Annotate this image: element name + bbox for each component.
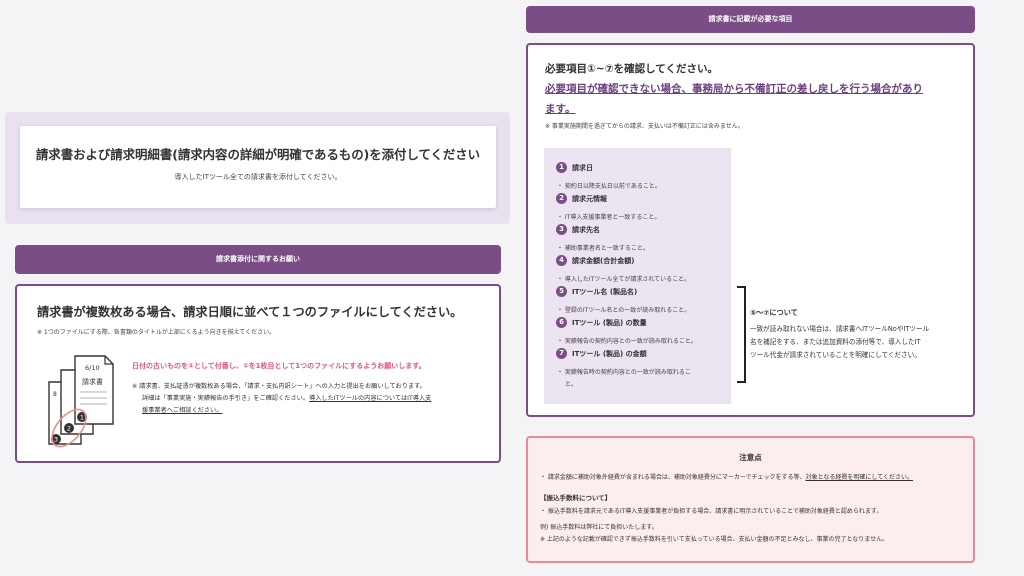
number-badge-icon: 1 [556, 162, 567, 173]
side-note-line: 一致が読み取れない場合は、請求書へITツールNoやITツール [750, 325, 930, 333]
request-section-note: ※ 1つのファイルにする際、各書類のタイトルが上部にくるよう向きを揃えてください… [37, 329, 276, 336]
fee-line: ・ 振込手数料を請求元であるIT導入支援事業者が負担する場合、請求書に明示されて… [540, 508, 883, 515]
attach-card-subtitle: 導入したITツール全ての請求書を添付してください。 [174, 173, 342, 181]
attach-card-title: 請求書および請求明細書(請求内容の詳細が明確であるもの)を添付してください [35, 147, 481, 162]
number-badge-icon: 6 [556, 317, 567, 328]
required-items-line2: 必要項目が確認できない場合、事務局から不備訂正の差し戻しを行う場合があり [545, 83, 923, 95]
request-section-emphasis: 日付の古いものを①として付番し、①を1枚目として1つのファイルにするようお願いし… [132, 362, 426, 370]
caution-line1: ・ 請求金額に補助対象外経費が含まれる場合は、補助対象経費分にマーカーでチェック… [540, 474, 914, 481]
required-items-line1: 必要項目①~⑦を確認してください。 [545, 63, 718, 75]
fee-warning: ※ 上記のような記載が確認できず振込手数料を引いて支払っている場合、支払い金額の… [540, 536, 889, 543]
required-items-line3: ます。 [545, 103, 576, 115]
request-section-paragraph-line3: 援事業者へご相談ください。 [142, 407, 223, 414]
number-badge-icon: 7 [556, 348, 567, 359]
fee-heading: 【振込手数料について】 [540, 494, 612, 502]
request-section-header: 請求書添付に関するお願い [15, 245, 501, 274]
attach-card: 請求書および請求明細書(請求内容の詳細が明確であるもの)を添付してください 導入… [20, 126, 496, 208]
request-section-box: 請求書が複数枚ある場合、請求日順に並べて１つのファイルにしてください。 ※ 1つ… [15, 284, 501, 463]
number-badge-icon: 3 [556, 224, 567, 235]
request-section-paragraph-line2: 詳細は「事業実施・実績報告の手引き」をご確認ください。導入したITツールの内容に… [142, 395, 432, 402]
caution-title: 注意点 [739, 453, 762, 462]
caution-box: 注意点 ・ 請求金額に補助対象外経費が含まれる場合は、補助対象経費分にマーカーで… [526, 436, 975, 563]
svg-text:1: 1 [80, 414, 84, 422]
bracket-icon [737, 286, 746, 383]
svg-text:3: 3 [54, 436, 58, 444]
request-section-paragraph-line1: ※ 請求書、支払証憑が複数枚ある場合、「請求・支払内訳シート」への入力と提出をお… [132, 383, 426, 390]
fee-example: 例) 振込手数料は弊社にて負担いたします。 [540, 524, 658, 531]
side-note-line: ツール代金が請求されていることを明確にしてください。 [750, 351, 921, 359]
number-badge-icon: 5 [556, 286, 567, 297]
back-page-number-text: 8 [53, 391, 57, 398]
number-badge-icon: 4 [556, 255, 567, 266]
stacked-documents-illustration: 6/10 請求書 8 1 2 3 [48, 355, 114, 448]
side-note-heading: ⑤～⑦について [750, 308, 798, 317]
number-badge-icon: 2 [556, 193, 567, 204]
request-section-title: 請求書が複数枚ある場合、請求日順に並べて１つのファイルにしてください。 [37, 305, 463, 319]
it-vendor-consult-link: 導入したITツールの内容についてはIT導入支 [309, 395, 432, 402]
required-items-note: ※ 事業実施期間を過ぎてからの請求、支払いは不備訂正には含みません。 [545, 123, 744, 130]
side-note-line: 名を補記をする、または追加資料の添付等で、導入したIT [750, 338, 921, 346]
required-items-header: 請求書に記載が必要な項目 [526, 6, 975, 33]
page-number-text: 6/10 [85, 364, 100, 372]
svg-text:2: 2 [67, 425, 71, 433]
required-items-list: 1 請求日 ・ 契約日以降支払日以前であること。 2 請求元情報 ・ IT導入支… [544, 148, 731, 404]
required-items-box: 必要項目①~⑦を確認してください。 必要項目が確認できない場合、事務局から不備訂… [526, 43, 975, 417]
doc-title-text: 請求書 [82, 377, 103, 386]
